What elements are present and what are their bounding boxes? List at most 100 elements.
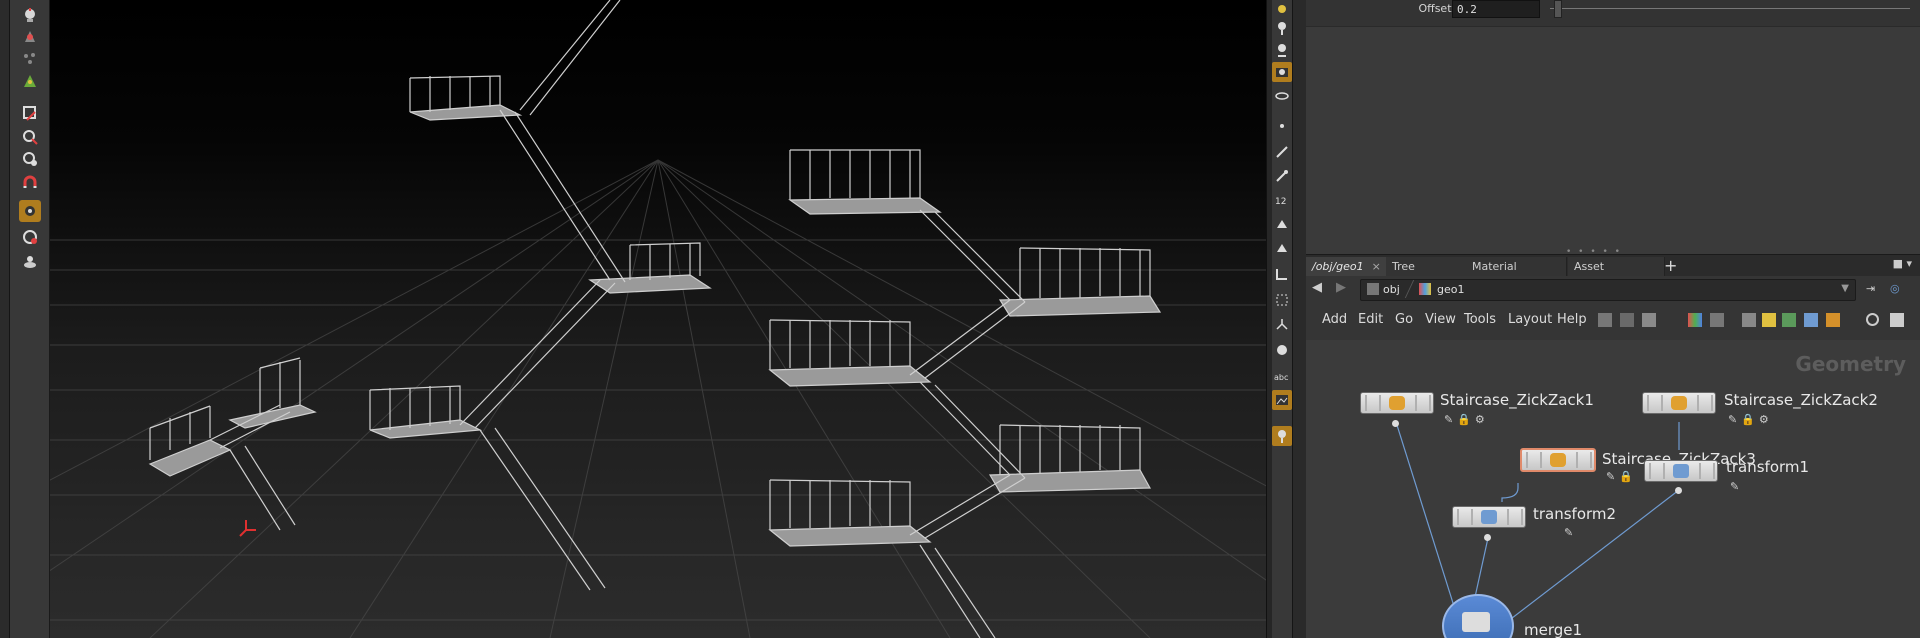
- network-menubar: Add Edit Go View Tools Layout Help: [1306, 302, 1920, 341]
- menu-add[interactable]: Add: [1322, 312, 1347, 327]
- add-tab-icon[interactable]: +: [1664, 256, 1677, 276]
- crumb-geo1[interactable]: geo1: [1437, 282, 1464, 298]
- tab-obj-geo1[interactable]: /obj/geo1 ×: [1306, 257, 1387, 277]
- menu-edit[interactable]: Edit: [1358, 312, 1383, 327]
- node-name: Staircase_ZickZack1: [1440, 391, 1594, 409]
- wrench-icon[interactable]: [1598, 313, 1612, 327]
- link-icon[interactable]: ◎: [1890, 282, 1900, 295]
- primitive-display-icon[interactable]: [1272, 214, 1292, 234]
- camera-icon[interactable]: [1272, 62, 1292, 82]
- menu-help[interactable]: Help: [1557, 312, 1587, 327]
- node-flag: [1457, 509, 1473, 525]
- point-display-icon[interactable]: [1272, 116, 1292, 136]
- rotate-tool-icon[interactable]: [19, 102, 41, 124]
- scatter-tool-icon[interactable]: [19, 48, 41, 70]
- network-box-icon[interactable]: [1742, 313, 1756, 327]
- pin-icon[interactable]: ⇥: [1866, 282, 1875, 295]
- view-camera-icon[interactable]: [19, 250, 41, 272]
- offset2-row: Offset 2 0.2: [1306, 0, 1920, 27]
- light-icon[interactable]: [1272, 0, 1292, 20]
- dot-icon[interactable]: [1804, 313, 1818, 327]
- view-tool-icon[interactable]: [19, 4, 41, 26]
- node-output-connector[interactable]: [1675, 487, 1682, 494]
- node-transform1[interactable]: [1644, 460, 1718, 482]
- offset2-slider-handle[interactable]: [1554, 0, 1562, 18]
- tab-material-palette[interactable]: Material Palette×: [1466, 257, 1567, 293]
- menu-view[interactable]: View: [1425, 312, 1456, 327]
- bounding-box-icon[interactable]: [1272, 290, 1292, 310]
- image-icon[interactable]: [1782, 313, 1796, 327]
- menu-layout[interactable]: Layout: [1508, 312, 1552, 327]
- node-flag: [1576, 452, 1592, 468]
- ambient-light-icon[interactable]: [1272, 40, 1292, 60]
- menu-tools[interactable]: Tools: [1464, 312, 1496, 327]
- search-icon[interactable]: [1866, 313, 1879, 326]
- node-badges: ✎🔒: [1606, 470, 1637, 483]
- node-name: transform1: [1726, 458, 1810, 476]
- handle-tool-icon[interactable]: [19, 200, 41, 222]
- select-tool-icon[interactable]: [19, 26, 41, 48]
- node-badges: ✎🔒⚙: [1728, 413, 1773, 426]
- menu-go[interactable]: Go: [1395, 312, 1413, 327]
- node-badges: ✎: [1564, 526, 1578, 539]
- pane-menu-icon[interactable]: ■ ▾: [1893, 257, 1912, 270]
- magnet-icon[interactable]: [19, 172, 41, 194]
- uv-display-icon[interactable]: [1272, 264, 1292, 284]
- sticky-note-icon[interactable]: [1762, 313, 1776, 327]
- tab-asset-browser[interactable]: Asset Browser×: [1568, 257, 1665, 293]
- primitive-numbers-icon[interactable]: [1272, 238, 1292, 258]
- path-bar: ◀ ▶ obj geo1 ▼ ⇥ ◎: [1306, 276, 1920, 303]
- pane-tabs: /obj/geo1× Tree View× Material Palette× …: [1306, 254, 1920, 293]
- grid-view-icon[interactable]: [1710, 313, 1724, 327]
- move-tool-icon[interactable]: [19, 70, 41, 92]
- location-marker-icon[interactable]: [1272, 426, 1292, 446]
- snap-tool-icon[interactable]: [19, 148, 41, 170]
- offset2-field[interactable]: 0.2: [1452, 0, 1540, 18]
- path-field[interactable]: obj geo1 ▼: [1360, 279, 1856, 301]
- pose-tool-icon[interactable]: [19, 226, 41, 248]
- visibility-icon[interactable]: [1272, 86, 1292, 106]
- tree-layout-icon[interactable]: [1620, 313, 1634, 327]
- list-view-icon[interactable]: [1642, 313, 1656, 327]
- path-dropdown-icon[interactable]: ▼: [1841, 283, 1849, 294]
- node-flag: [1415, 395, 1431, 411]
- offset2-slider-track[interactable]: [1550, 8, 1910, 9]
- parameter-editor: Offset 2 0.2 • • • • •: [1306, 0, 1920, 257]
- obj-folder-icon: [1367, 283, 1379, 295]
- node-transform2[interactable]: [1452, 506, 1526, 528]
- pane-splitter[interactable]: [1292, 0, 1307, 638]
- pin-light-icon[interactable]: [1272, 18, 1292, 38]
- node-flag: [1697, 395, 1713, 411]
- node-flag: [1699, 463, 1715, 479]
- scale-tool-icon[interactable]: [19, 126, 41, 148]
- back-arrow-icon[interactable]: ◀: [1312, 280, 1322, 295]
- shelf-icon[interactable]: [1826, 313, 1840, 327]
- staircase-asset-icon: [1671, 396, 1687, 410]
- network-editor[interactable]: Geometry Staircase_ZickZack1 ✎🔒⚙ Stairca…: [1306, 340, 1920, 638]
- viewport-tool-shelf: [10, 0, 50, 638]
- node-output-connector[interactable]: [1484, 534, 1491, 541]
- svg-text:12: 12: [1275, 197, 1286, 207]
- tab-close-icon[interactable]: ×: [1372, 260, 1381, 273]
- forward-arrow-icon[interactable]: ▶: [1336, 280, 1346, 295]
- color-palette-icon[interactable]: [1688, 313, 1702, 327]
- tab-tree-view[interactable]: Tree View×: [1386, 257, 1467, 293]
- template-display-icon[interactable]: [1272, 340, 1292, 360]
- scene-viewport[interactable]: [50, 0, 1266, 638]
- point-numbers-icon[interactable]: 12: [1272, 190, 1292, 210]
- guide-display-icon[interactable]: [1272, 314, 1292, 334]
- merge-icon: [1462, 612, 1490, 632]
- transform-icon: [1481, 510, 1497, 524]
- camera-snapshot-icon[interactable]: [1890, 313, 1904, 327]
- node-wires: [1395, 421, 1680, 638]
- node-staircase-zickzack3[interactable]: [1520, 448, 1596, 472]
- background-image-icon[interactable]: [1272, 390, 1292, 410]
- node-staircase-zickzack2[interactable]: [1642, 392, 1716, 414]
- text-display-icon[interactable]: abc: [1272, 366, 1292, 386]
- vertex-display-icon[interactable]: [1272, 166, 1292, 186]
- left-edge-strip: [0, 0, 10, 638]
- node-staircase-zickzack1[interactable]: [1360, 392, 1434, 414]
- normal-display-icon[interactable]: [1272, 142, 1292, 162]
- node-output-connector[interactable]: [1392, 420, 1399, 427]
- transform-icon: [1673, 464, 1689, 478]
